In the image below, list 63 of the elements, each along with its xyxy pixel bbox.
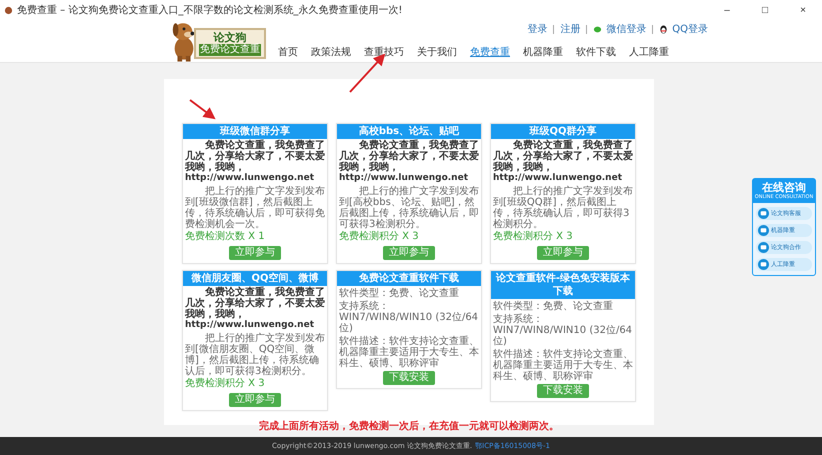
card-title: 免费论文查重软件下载 — [337, 271, 481, 286]
promo-text: 免费论文查重，我免费查了几次，分享给大家了，不要太爱我哟，我哟， — [184, 286, 326, 320]
consult-title: 在线咨询 — [762, 181, 806, 194]
join-button[interactable]: 立即参与 — [229, 246, 281, 260]
nav-item[interactable]: 政策法规 — [311, 45, 351, 59]
download-button[interactable]: 下载安装 — [537, 384, 589, 398]
chat-icon — [758, 208, 769, 219]
notice-text: 完成上面所有活动，免费检测一次后，在充值一元就可以检测两次。 — [258, 419, 560, 433]
join-button[interactable]: 立即参与 — [537, 246, 589, 260]
nav-item[interactable]: 首页 — [278, 45, 298, 59]
chat-bubble-icon — [593, 24, 602, 34]
url-text: http://www.lunwengo.net — [184, 320, 315, 331]
nav-item[interactable]: 机器降重 — [523, 45, 563, 59]
join-button[interactable]: 立即参与 — [229, 393, 281, 407]
annotation-arrow — [189, 99, 216, 120]
reward-text: 免费检测积分 X 3 — [492, 230, 574, 244]
window-control-button[interactable]: – — [708, 4, 746, 16]
description-text: 软件描述：软件支持论文查重、机器降重主要适用于大专生、本科生、硕博、职称评审 — [338, 334, 480, 369]
card-title: 高校bbs、论坛、贴吧 — [337, 124, 481, 139]
instruction-text: 把上行的推广文字发到发布到[高校bbs、论坛、贴吧]，然后截图上传，待系统确认后，即可获得3检测积分。 — [338, 184, 480, 230]
logo-name: 论文狗 — [214, 31, 246, 44]
join-button[interactable]: 立即参与 — [383, 246, 435, 260]
penguin-icon — [659, 24, 668, 34]
instruction-text: 把上行的推广文字发到发布到[微信朋友圈、QQ空间、微博]，然后截图上传，待系统确认后，即可获得3检测积分。 — [184, 332, 326, 377]
promo-text: 免费论文查重，我免费查了几次，分享给大家了，不要太爱我哟，我哟， — [338, 139, 480, 173]
top-link[interactable]: 注册 — [560, 22, 580, 36]
url-text: http://www.lunwengo.net — [184, 173, 315, 184]
promo-text: 免费论文查重，我免费查了几次，分享给大家了，不要太爱我哟，我哟， — [492, 139, 634, 173]
top-link[interactable]: 微信登录 — [606, 22, 646, 36]
card-title: 班级QQ群分享 — [491, 124, 635, 139]
window-title: 免费查重 – 论文狗免费论文查重入口_不限字数的论文检测系统_永久免费查重使用一次! — [17, 4, 402, 17]
nav-item[interactable]: 免费查重 — [470, 45, 510, 59]
nav-item[interactable]: 软件下载 — [576, 45, 616, 59]
app-icon — [4, 6, 13, 14]
chat-icon — [758, 259, 769, 270]
top-link[interactable]: QQ登录 — [672, 22, 708, 36]
software-type-text: 软件类型：免费、论文查重 — [492, 300, 614, 312]
software-type-text: 软件类型：免费、论文查重 — [338, 286, 460, 299]
url-text: http://www.lunwengo.net — [492, 173, 623, 184]
description-text: 软件描述：软件支持论文查重、机器降重主要适用于大专生、本科生、硕博、职称评审 — [492, 348, 634, 382]
logo-sign[interactable]: 论文狗 免费论文查重 — [194, 28, 266, 59]
reward-text: 免费检测次数 X 1 — [184, 230, 266, 244]
reward-text: 免费检测积分 X 3 — [338, 230, 420, 244]
system-text: 支持系统：WIN7/WIN8/WIN10 (32位/64位) — [492, 312, 634, 347]
nav-item[interactable]: 关于我们 — [417, 45, 457, 59]
card-title: 论文查重软件-绿色免安装版本下载 — [491, 271, 635, 299]
window-control-button[interactable]: □ — [746, 4, 784, 16]
nav-item[interactable]: 查重技巧 — [364, 45, 404, 59]
nav-item[interactable]: 人工降重 — [629, 45, 669, 59]
chat-icon — [758, 225, 769, 236]
logo-tagline: 免费论文查重 — [199, 44, 261, 56]
card-title: 微信朋友圈、QQ空间、微博 — [183, 271, 327, 286]
window-control-button[interactable]: × — [784, 4, 822, 16]
card-title: 班级微信群分享 — [183, 124, 327, 139]
top-link[interactable]: 登录 — [527, 22, 548, 36]
instruction-text: 把上行的推广文字发到发布到[班级QQ群]，然后截图上传，待系统确认后，即可获得3检测积分。 — [492, 184, 634, 230]
reward-text: 免费检测积分 X 3 — [184, 377, 266, 391]
chat-icon — [758, 242, 769, 253]
promo-text: 免费论文查重，我免费查了几次，分享给大家了，不要太爱我哟，我哟， — [184, 139, 326, 173]
instruction-text: 把上行的推广文字发到发布到[班级微信群]，然后截图上传，待系统确认后，即可获得免费检测机会一次。 — [184, 184, 326, 230]
url-text: http://www.lunwengo.net — [338, 173, 469, 184]
download-button[interactable]: 下载安装 — [383, 371, 435, 385]
system-text: 支持系统：WIN7/WIN8/WIN10 (32位/64位) — [338, 300, 480, 334]
